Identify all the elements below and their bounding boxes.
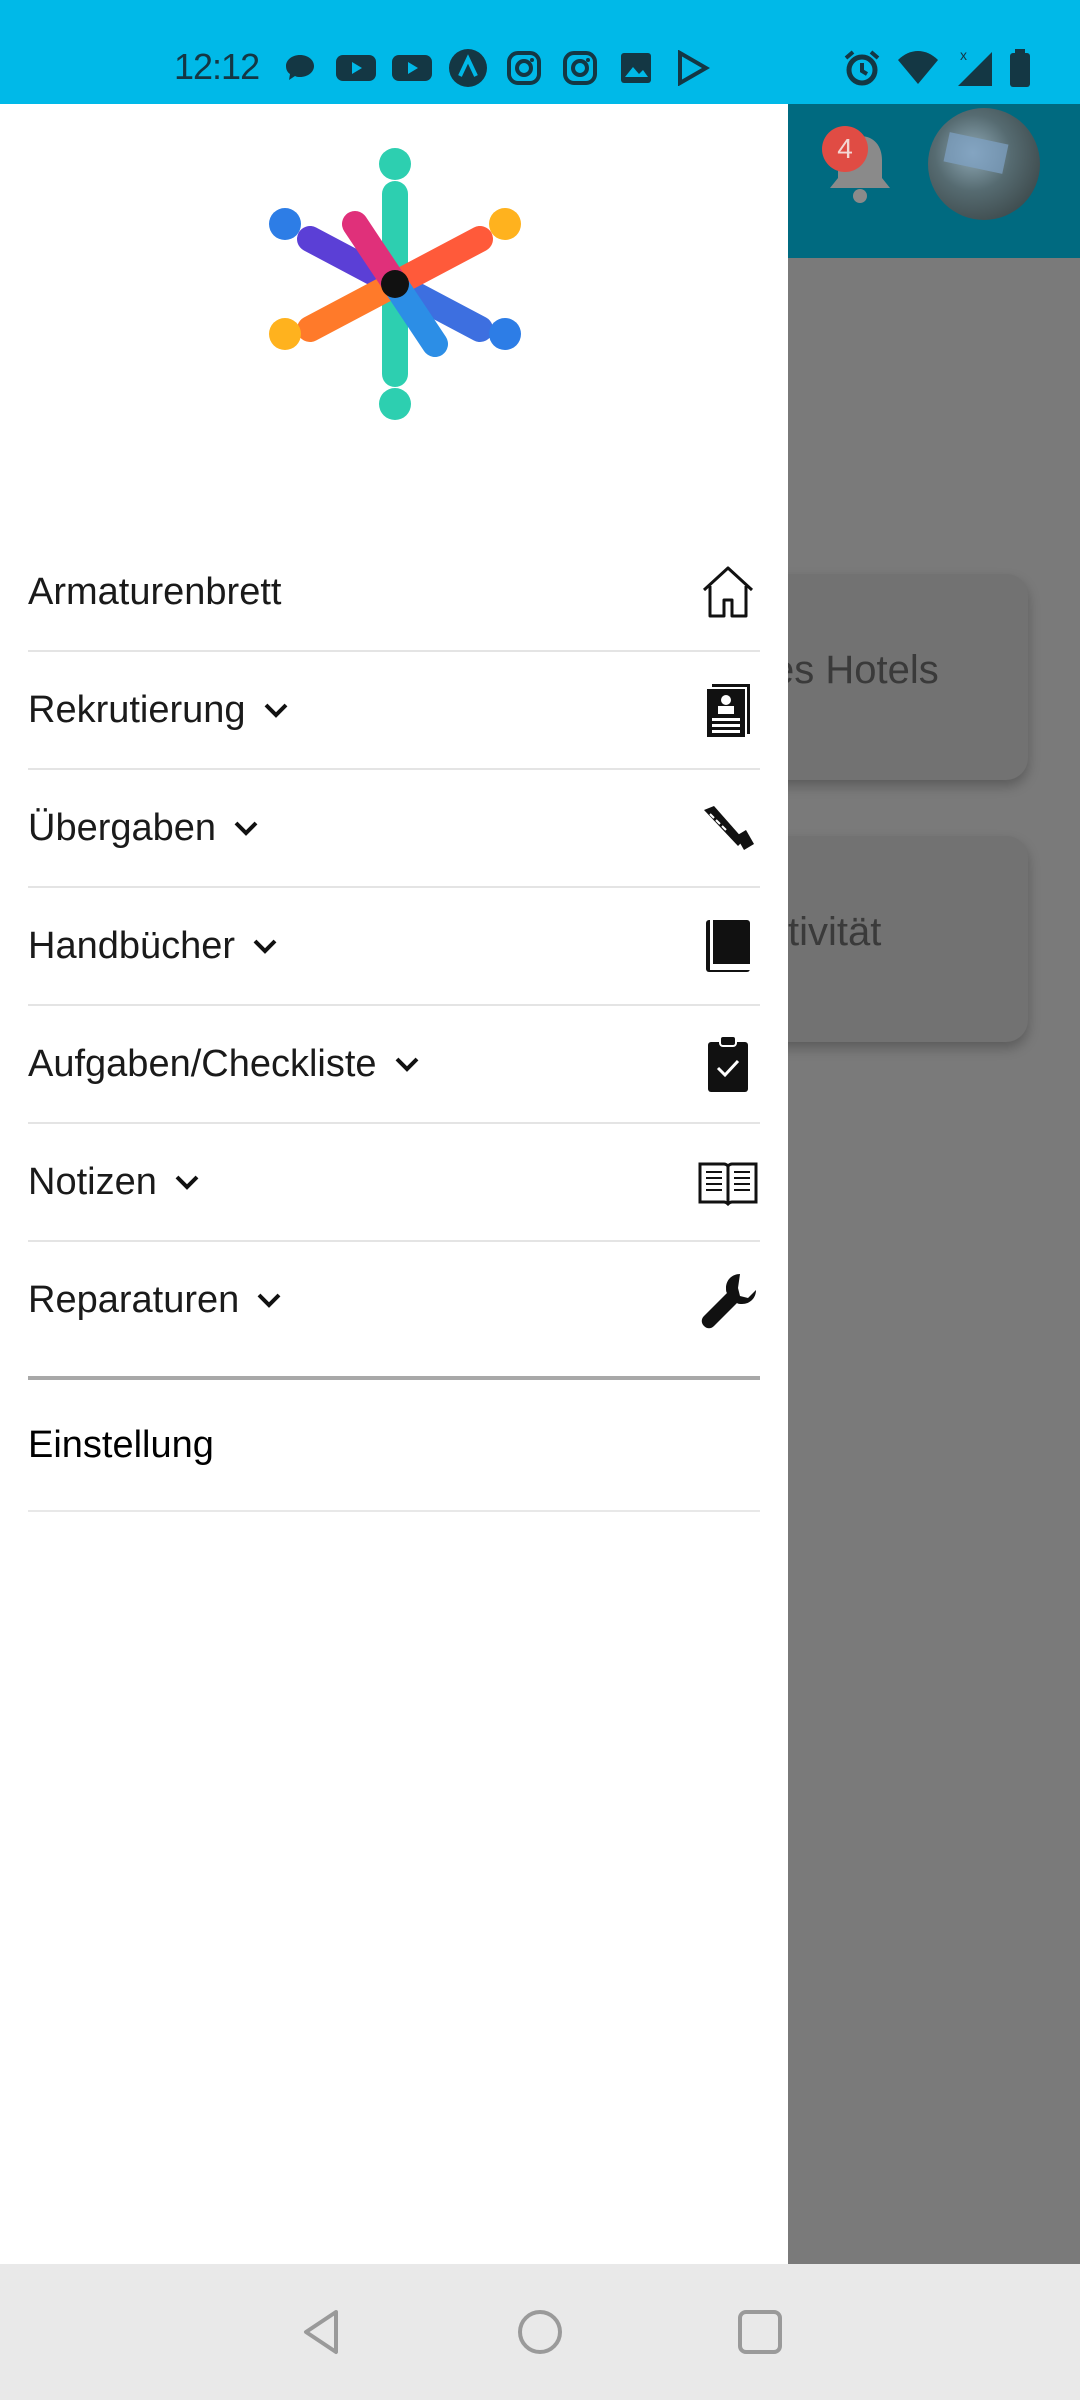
card-title: tivität bbox=[788, 910, 882, 954]
instagram-icon bbox=[504, 48, 544, 88]
menu-item-label: Aufgaben/Checkliste bbox=[28, 1042, 377, 1085]
menu-item-label: Armaturenbrett bbox=[28, 570, 282, 613]
book-icon bbox=[706, 920, 750, 972]
signal-icon: x bbox=[958, 48, 992, 86]
menu-item-rekrutierung[interactable]: Rekrutierung bbox=[28, 652, 760, 770]
notification-icons bbox=[280, 48, 712, 88]
notification-badge: 4 bbox=[822, 126, 868, 172]
battery-icon bbox=[1010, 49, 1030, 87]
alarm-icon bbox=[844, 50, 880, 86]
chat-icon bbox=[280, 48, 320, 88]
app-logo bbox=[269, 148, 521, 420]
avatar[interactable] bbox=[928, 108, 1040, 220]
system-status-icons: x bbox=[842, 48, 1032, 88]
menu-item-handbuecher[interactable]: Handbücher bbox=[28, 888, 760, 1006]
settings-label: Einstellung bbox=[28, 1423, 214, 1466]
drawer-menu: Armaturenbrett Rekrutierung Übergaben Ha… bbox=[28, 534, 760, 1512]
chevron-down-icon bbox=[264, 703, 287, 718]
home-icon bbox=[702, 566, 754, 618]
menu-item-label: Übergaben bbox=[28, 806, 217, 849]
chevron-down-icon bbox=[253, 939, 277, 954]
status-bar: 12:12 x bbox=[0, 0, 1080, 104]
handover-icon bbox=[704, 806, 754, 850]
menu-item-notizen[interactable]: Notizen bbox=[28, 1124, 760, 1242]
wifi-icon bbox=[898, 51, 938, 84]
menu-item-label: Rekrutierung bbox=[28, 688, 246, 731]
menu-item-einstellung[interactable]: Einstellung bbox=[28, 1380, 760, 1512]
svg-text:x: x bbox=[960, 48, 967, 63]
gallery-icon bbox=[616, 48, 656, 88]
menu-item-label: Handbücher bbox=[28, 924, 236, 967]
wrench-icon bbox=[701, 1274, 756, 1329]
card-title: es Hotels bbox=[772, 648, 939, 692]
menu-item-aufgaben-checkliste[interactable]: Aufgaben/Checkliste bbox=[28, 1006, 760, 1124]
chevron-down-icon bbox=[175, 1175, 199, 1190]
chevron-down-icon bbox=[234, 821, 258, 836]
menu-item-label: Reparaturen bbox=[28, 1278, 240, 1321]
menu-item-uebergaben[interactable]: Übergaben bbox=[28, 770, 760, 888]
system-navigation-bar bbox=[0, 2264, 1080, 2400]
menu-item-armaturenbrett[interactable]: Armaturenbrett bbox=[28, 534, 760, 652]
status-time: 12:12 bbox=[174, 46, 260, 87]
chevron-down-icon bbox=[395, 1057, 418, 1072]
play-store-icon bbox=[672, 48, 712, 88]
chevron-down-icon bbox=[257, 1293, 281, 1308]
menu-item-label: Notizen bbox=[28, 1160, 157, 1203]
instagram-icon bbox=[560, 48, 600, 88]
home-button-icon[interactable] bbox=[514, 2306, 566, 2358]
resume-icon bbox=[705, 684, 750, 739]
back-icon[interactable] bbox=[296, 2306, 348, 2358]
open-book-icon bbox=[698, 1162, 758, 1207]
arc-icon bbox=[448, 48, 488, 88]
navigation-drawer: Armaturenbrett Rekrutierung Übergaben Ha… bbox=[0, 104, 788, 2264]
youtube-icon bbox=[336, 48, 376, 88]
menu-item-reparaturen[interactable]: Reparaturen bbox=[28, 1242, 760, 1358]
clipboard-check-icon bbox=[708, 1035, 748, 1092]
recents-icon[interactable] bbox=[734, 2306, 786, 2358]
youtube-icon bbox=[392, 48, 432, 88]
